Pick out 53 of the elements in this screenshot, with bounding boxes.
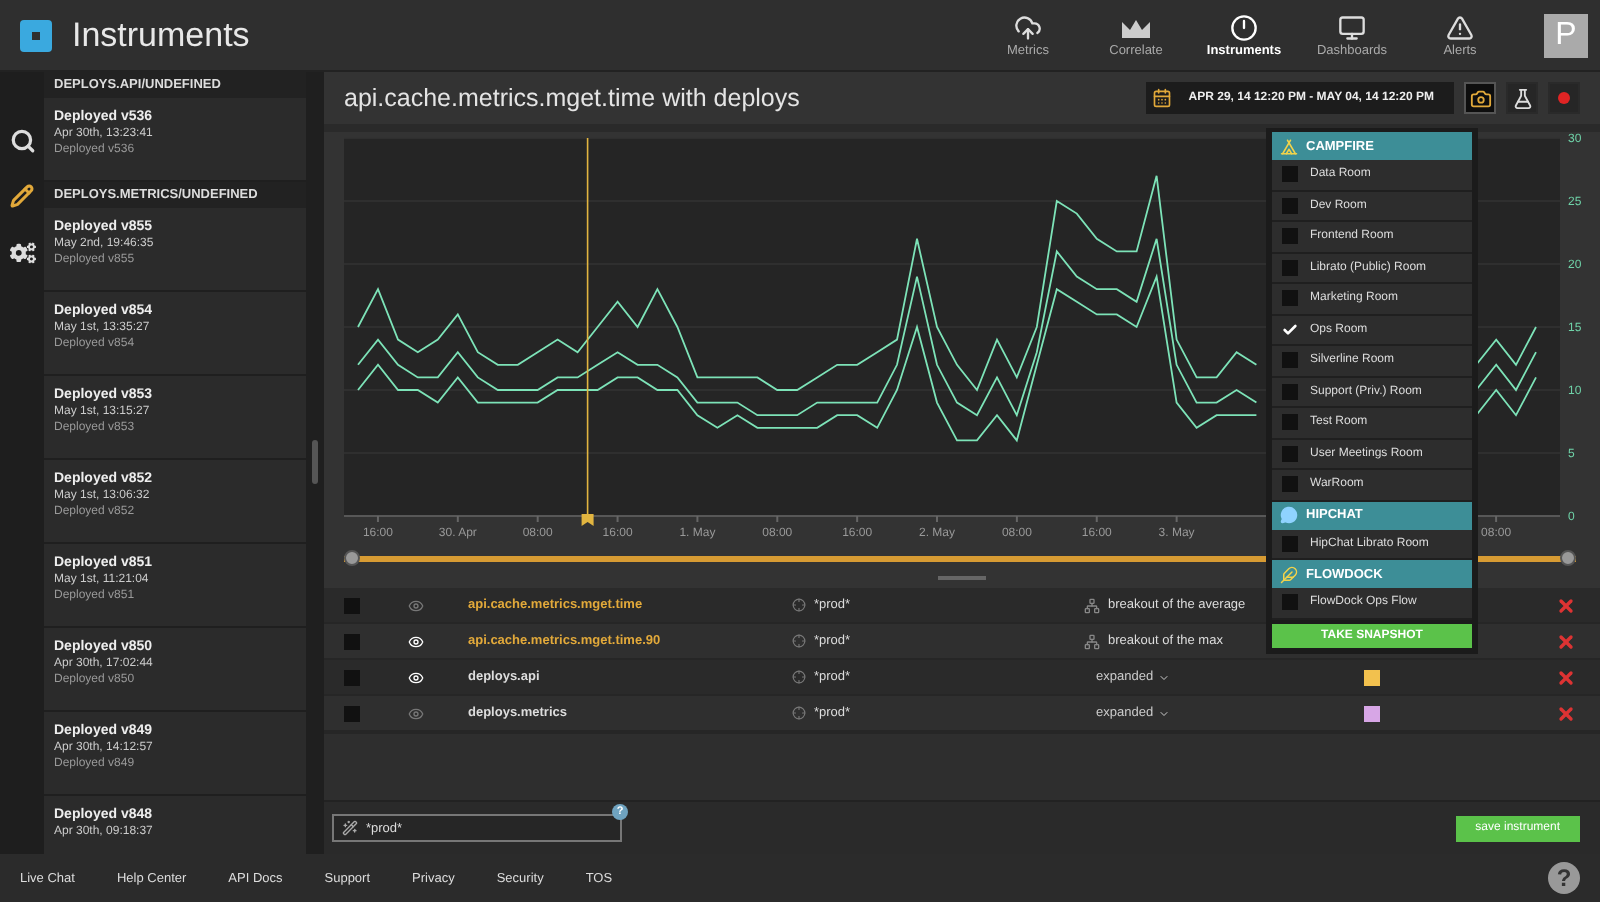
caret-icon bbox=[1157, 671, 1170, 683]
wand-icon bbox=[342, 820, 358, 836]
camera-button[interactable] bbox=[1464, 82, 1496, 114]
search-icon[interactable] bbox=[6, 124, 38, 156]
slider-handle[interactable] bbox=[344, 550, 360, 566]
delete-icon[interactable] bbox=[1556, 703, 1576, 723]
delete-icon[interactable] bbox=[1556, 667, 1576, 687]
crosshair-icon bbox=[792, 598, 806, 612]
delete-icon[interactable] bbox=[1556, 595, 1576, 615]
deploy-marker[interactable] bbox=[581, 137, 594, 526]
checkbox[interactable] bbox=[344, 597, 360, 613]
checkbox[interactable] bbox=[1282, 414, 1298, 431]
caret-icon bbox=[1157, 707, 1170, 719]
tent-icon bbox=[1280, 137, 1298, 155]
checkbox[interactable] bbox=[344, 705, 360, 721]
checkbox[interactable] bbox=[1282, 259, 1298, 276]
checkbox[interactable] bbox=[1282, 594, 1298, 611]
checkbox[interactable] bbox=[1282, 383, 1298, 400]
crosshair-icon bbox=[792, 706, 806, 720]
chat-bubble-icon bbox=[1280, 506, 1298, 524]
checkbox[interactable] bbox=[1282, 228, 1298, 245]
warning-icon bbox=[1446, 13, 1474, 41]
crosshair-icon bbox=[792, 634, 806, 648]
crosshair-icon bbox=[792, 670, 806, 684]
checkbox[interactable] bbox=[1282, 290, 1298, 307]
checkbox[interactable] bbox=[344, 669, 360, 685]
color-swatch[interactable] bbox=[1364, 669, 1380, 685]
help-button[interactable]: ? bbox=[1548, 862, 1580, 894]
checkbox[interactable] bbox=[1282, 476, 1298, 493]
scrollbar-thumb[interactable] bbox=[312, 440, 318, 484]
checkbox[interactable] bbox=[1282, 352, 1298, 369]
slider-handle[interactable] bbox=[1560, 550, 1576, 566]
checkbox[interactable] bbox=[1282, 535, 1298, 552]
delete-icon[interactable] bbox=[1556, 631, 1576, 651]
record-button[interactable] bbox=[1548, 82, 1580, 114]
flask-button[interactable] bbox=[1506, 82, 1538, 114]
clock-icon bbox=[1230, 13, 1258, 41]
checkbox[interactable] bbox=[1282, 197, 1298, 214]
checkbox[interactable] bbox=[1282, 321, 1298, 338]
calendar-icon bbox=[1152, 88, 1173, 108]
checkbox[interactable] bbox=[1282, 166, 1298, 183]
feather-icon bbox=[1280, 565, 1298, 583]
pencil-icon[interactable] bbox=[6, 180, 38, 212]
cloud-icon bbox=[1014, 13, 1042, 41]
app-title: Instruments bbox=[72, 15, 250, 55]
monitor-icon bbox=[1338, 13, 1366, 41]
logo-icon bbox=[20, 19, 52, 51]
checkbox[interactable] bbox=[1282, 445, 1298, 462]
hierarchy-icon bbox=[1084, 597, 1100, 613]
checkbox[interactable] bbox=[344, 633, 360, 649]
chart-title: api.cache.metrics.mget.time with deploys bbox=[344, 84, 800, 112]
hierarchy-icon bbox=[1084, 633, 1100, 649]
color-swatch[interactable] bbox=[1364, 705, 1380, 721]
